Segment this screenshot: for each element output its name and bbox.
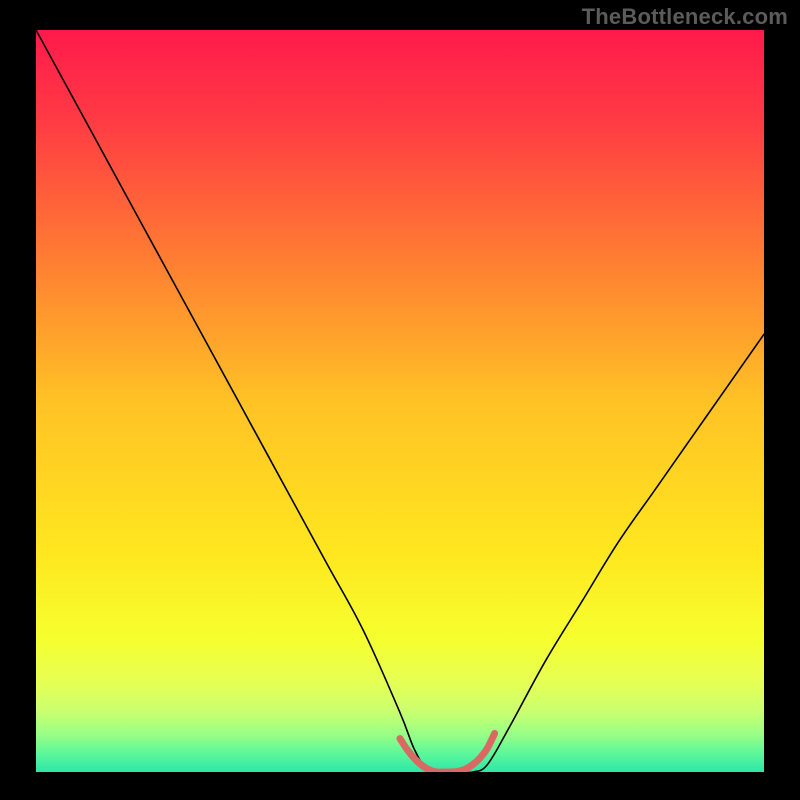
attribution-label: TheBottleneck.com bbox=[582, 4, 788, 30]
plot-area bbox=[36, 30, 764, 772]
bottleneck-chart bbox=[36, 30, 764, 772]
chart-frame: TheBottleneck.com bbox=[0, 0, 800, 800]
gradient-background bbox=[36, 30, 764, 772]
